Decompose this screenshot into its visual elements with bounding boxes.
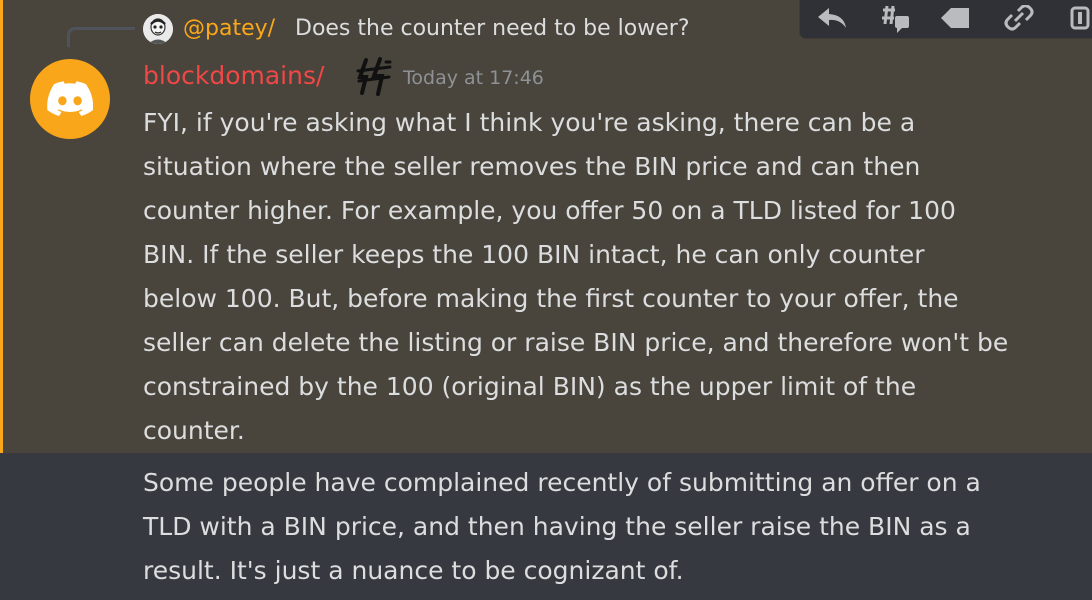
message-line: result. It's just a nuance to be cogniza… xyxy=(143,556,684,585)
more-button[interactable] xyxy=(1060,4,1092,34)
message-line: counter higher. For example, you offer 5… xyxy=(143,196,956,225)
mark-unread-button[interactable] xyxy=(936,4,976,34)
message-hover-toolbar xyxy=(800,0,1092,38)
message-line: Some people have complained recently of … xyxy=(143,468,981,497)
message-content: FYI, if you're asking what I think you'r… xyxy=(143,101,1063,453)
user-avatar-icon xyxy=(143,14,173,44)
message-line: BIN. If the seller keeps the 100 BIN int… xyxy=(143,240,925,269)
reply-connector xyxy=(67,27,135,47)
chat-view: @patey/ Does the counter need to be lowe… xyxy=(0,0,1092,600)
copy-link-icon xyxy=(1004,5,1034,31)
message-timestamp[interactable]: Today at 17:46 xyxy=(403,64,544,92)
reply-content-preview[interactable]: Does the counter need to be lower? xyxy=(295,13,690,45)
reply-button[interactable] xyxy=(812,4,852,34)
reply-avatar[interactable] xyxy=(143,14,173,44)
author-avatar[interactable] xyxy=(30,59,110,139)
copy-link-button[interactable] xyxy=(998,4,1038,34)
message-line: below 100. But, before making the first … xyxy=(143,284,959,313)
message-line: TLD with a BIN price, and then having th… xyxy=(143,512,971,541)
more-icon xyxy=(1070,6,1090,30)
create-thread-button[interactable] xyxy=(874,4,914,34)
message-line: seller can delete the listing or raise B… xyxy=(143,328,1009,357)
reply-author[interactable]: @patey/ xyxy=(183,13,275,45)
reply-icon xyxy=(818,8,846,28)
message-line: FYI, if you're asking what I think you'r… xyxy=(143,108,916,137)
author-username[interactable]: blockdomains/ xyxy=(143,58,324,94)
mark-unread-icon xyxy=(941,8,969,28)
create-thread-icon xyxy=(882,5,909,33)
message-line: situation where the seller removes the B… xyxy=(143,152,921,181)
brand-badge-icon xyxy=(356,57,392,96)
message-line: constrained by the 100 (original BIN) as… xyxy=(143,372,917,401)
message-line: counter. xyxy=(143,416,245,445)
followup-content: Some people have complained recently of … xyxy=(143,461,1063,593)
discord-logo-icon xyxy=(47,81,93,116)
author-badge xyxy=(356,57,394,97)
